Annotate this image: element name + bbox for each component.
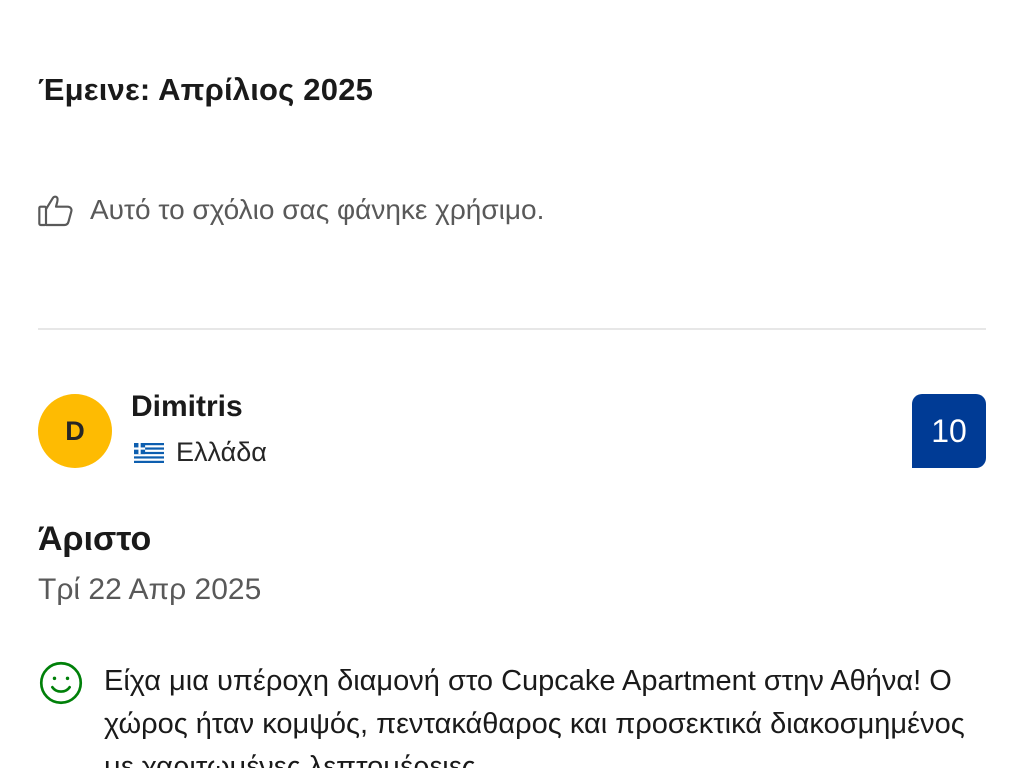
- review-positive-text: Είχα μια υπέροχη διαμονή στο Cupcake Apa…: [104, 665, 965, 768]
- country-label: Ελλάδα: [176, 437, 267, 467]
- review-date: Τρί 22 Απρ 2025: [38, 573, 262, 606]
- helpful-label: Αυτό το σχόλιο σας φάνηκε χρήσιμο.: [90, 194, 545, 225]
- review-title: Άριστο: [38, 520, 152, 558]
- thumbs-up-icon: [36, 190, 76, 230]
- review-page: Έμεινε: Απρίλιος 2025 Αυτό το σχόλιο σας…: [0, 0, 1024, 768]
- reviewer-name: Dimitris: [131, 390, 243, 423]
- score-badge: 10: [912, 394, 986, 468]
- stay-date: Έμεινε: Απρίλιος 2025: [38, 72, 374, 107]
- review-divider: [38, 328, 986, 330]
- helpful-button[interactable]: Αυτό το σχόλιο σας φάνηκε χρήσιμο.: [36, 190, 544, 230]
- reviewer-country: Ελλάδα: [134, 437, 267, 468]
- smiley-icon: [38, 660, 84, 706]
- avatar: D: [38, 394, 112, 468]
- greece-flag-icon: [134, 442, 164, 463]
